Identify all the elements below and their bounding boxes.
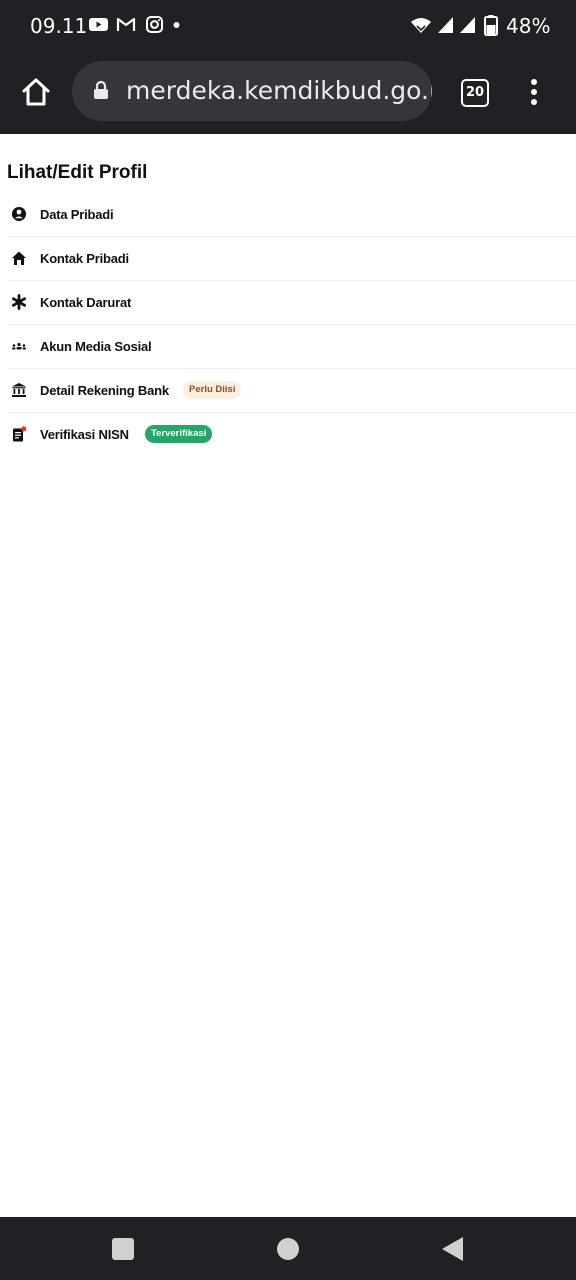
- page-content: Lihat/Edit Profil Data Pribadi Kontak Pr…: [0, 127, 576, 1217]
- asterisk-icon: [12, 294, 27, 310]
- menu-item-data-pribadi[interactable]: Data Pribadi: [8, 193, 576, 237]
- menu-item-label: Kontak Darurat: [40, 295, 132, 310]
- menu-item-akun-media-sosial[interactable]: Akun Media Sosial: [8, 325, 576, 369]
- menu-item-label: Kontak Pribadi: [40, 251, 129, 266]
- menu-item-label: Akun Media Sosial: [40, 339, 152, 354]
- more-options-icon[interactable]: [526, 78, 542, 108]
- page-title: Lihat/Edit Profil: [7, 162, 148, 183]
- gmail-icon: [116, 17, 136, 31]
- menu-item-label: Verifikasi NISN: [40, 427, 129, 442]
- youtube-icon: [89, 18, 108, 31]
- back-button-icon[interactable]: [440, 1236, 466, 1262]
- menu-item-kontak-pribadi[interactable]: Kontak Pribadi: [8, 237, 576, 281]
- instagram-icon: [146, 16, 163, 33]
- document-alert-icon: [13, 426, 27, 442]
- url-text: merdeka.kemdikbud.go.id: [126, 76, 432, 105]
- home-icon: [12, 251, 26, 265]
- menu-item-kontak-darurat[interactable]: Kontak Darurat: [8, 281, 576, 325]
- tab-switcher-button[interactable]: 20: [461, 79, 489, 107]
- recents-button-icon[interactable]: [111, 1237, 135, 1261]
- navigation-bar: [0, 1217, 576, 1280]
- dot-icon: [173, 22, 180, 28]
- battery-percent: 48%: [506, 14, 551, 38]
- status-badge: Perlu Diisi: [183, 381, 242, 399]
- status-badge: Terverifikasi: [145, 425, 213, 443]
- menu-item-label: Data Pribadi: [40, 207, 114, 222]
- wifi-icon: [411, 18, 431, 33]
- groups-icon: [12, 342, 26, 350]
- lock-icon: [94, 80, 108, 99]
- browser-toolbar: merdeka.kemdikbud.go.id 20: [0, 52, 576, 134]
- home-button-icon[interactable]: [20, 76, 52, 108]
- menu-item-verifikasi-nisn[interactable]: Verifikasi NISN Terverifikasi: [8, 413, 576, 456]
- menu-item-detail-rekening-bank[interactable]: Detail Rekening Bank Perlu Diisi: [8, 369, 576, 413]
- account-circle-icon: [12, 207, 26, 221]
- bank-icon: [12, 383, 26, 397]
- battery-icon: [484, 15, 498, 36]
- signal-icon: [460, 17, 475, 33]
- status-bar: 09.11 48%: [0, 0, 576, 52]
- signal-icon: [438, 17, 453, 33]
- status-time: 09.11: [30, 14, 88, 38]
- menu-item-label: Detail Rekening Bank: [40, 383, 169, 398]
- home-nav-button-icon[interactable]: [276, 1237, 300, 1261]
- back-chevron-icon[interactable]: [8, 126, 20, 140]
- profile-menu: Data Pribadi Kontak Pribadi Kontak Darur…: [0, 193, 576, 456]
- url-bar[interactable]: merdeka.kemdikbud.go.id: [72, 61, 432, 121]
